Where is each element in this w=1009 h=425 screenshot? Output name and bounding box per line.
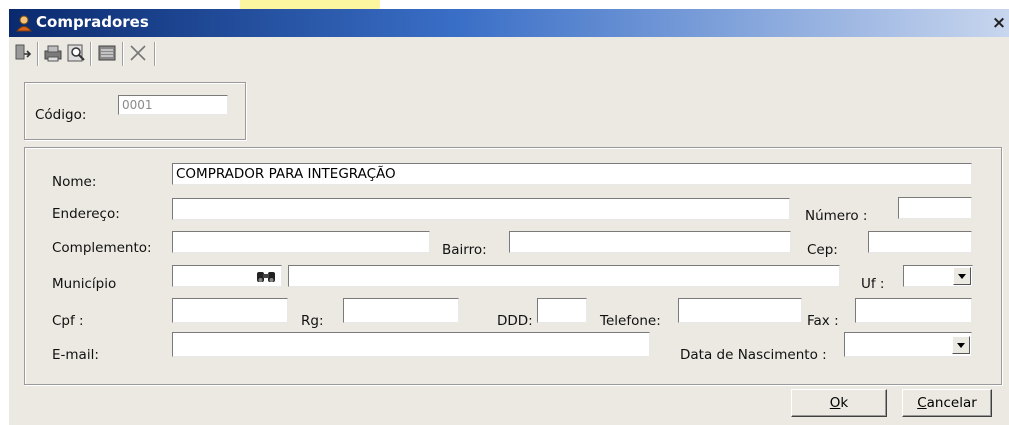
- ddd-label: DDD:: [497, 313, 533, 329]
- cancel-label: ancelar: [926, 395, 977, 411]
- uf-select[interactable]: [903, 265, 973, 287]
- codigo-group: Código: 0001: [24, 82, 246, 140]
- close-icon[interactable]: ×: [989, 13, 1009, 33]
- highlight-strip: [240, 0, 380, 9]
- bairro-field[interactable]: [509, 231, 791, 253]
- cancel-button[interactable]: Cancelar: [902, 389, 992, 417]
- exit-icon[interactable]: [12, 42, 34, 64]
- fax-field[interactable]: [855, 298, 972, 323]
- endereco-field[interactable]: [172, 198, 790, 220]
- window-title: Compradores: [36, 13, 149, 31]
- cpf-field[interactable]: [172, 298, 288, 323]
- toolbar-separator: [90, 42, 91, 66]
- telefone-label: Telefone:: [600, 313, 661, 329]
- cep-label: Cep:: [807, 242, 838, 258]
- ok-button[interactable]: Ok: [791, 389, 887, 417]
- toolbar-separator: [37, 42, 38, 66]
- cpf-label: Cpf :: [52, 313, 84, 329]
- delete-icon[interactable]: [127, 42, 149, 64]
- email-field[interactable]: [172, 332, 650, 357]
- complemento-field[interactable]: [172, 231, 430, 253]
- fax-label: Fax :: [807, 313, 839, 329]
- binoculars-search-icon[interactable]: [254, 266, 278, 286]
- cep-field[interactable]: [868, 231, 972, 253]
- uf-label: Uf :: [861, 276, 885, 292]
- buyer-form-group: Nome: COMPRADOR PARA INTEGRAÇÃO Endereço…: [24, 147, 1002, 385]
- nascimento-select[interactable]: [844, 332, 972, 357]
- toolbar-separator: [154, 42, 155, 66]
- endereco-label: Endereço:: [52, 206, 120, 222]
- uf-dropdown-icon[interactable]: [953, 267, 971, 285]
- bairro-label: Bairro:: [442, 242, 487, 258]
- buyer-app-icon: [15, 15, 33, 32]
- codigo-label: Código:: [35, 107, 87, 123]
- compradores-window: Compradores × Código: 0001 Nome: COMPRAD…: [9, 9, 1009, 425]
- codigo-field[interactable]: 0001: [118, 95, 228, 115]
- nome-field[interactable]: COMPRADOR PARA INTEGRAÇÃO: [172, 163, 972, 185]
- municipio-label: Município: [52, 276, 117, 292]
- toolbar-separator: [122, 42, 123, 66]
- municipio-name-field[interactable]: [288, 265, 840, 287]
- preview-icon[interactable]: [65, 42, 87, 64]
- top-strip: [0, 0, 1009, 9]
- ddd-field[interactable]: [537, 298, 587, 323]
- nascimento-label: Data de Nascimento :: [680, 347, 827, 363]
- toolbar: [9, 38, 209, 70]
- print-icon[interactable]: [42, 42, 64, 64]
- rg-field[interactable]: [343, 298, 459, 323]
- title-bar[interactable]: Compradores ×: [9, 9, 1009, 37]
- date-dropdown-icon[interactable]: [952, 336, 970, 354]
- nome-label: Nome:: [52, 174, 97, 190]
- ok-mnemonic: O: [829, 395, 841, 411]
- numero-label: Número :: [805, 208, 868, 224]
- email-label: E-mail:: [52, 347, 99, 363]
- cancel-mnemonic: C: [917, 395, 927, 411]
- rg-label: Rg:: [301, 313, 324, 329]
- list-icon[interactable]: [96, 42, 118, 64]
- telefone-field[interactable]: [678, 298, 802, 323]
- ok-label: k: [840, 395, 849, 411]
- complemento-label: Complemento:: [52, 240, 152, 256]
- numero-field[interactable]: [898, 197, 972, 219]
